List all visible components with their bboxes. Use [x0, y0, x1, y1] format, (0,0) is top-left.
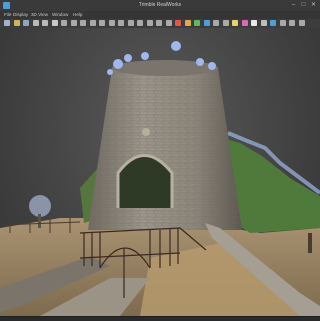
minimize-button[interactable]: –: [289, 1, 298, 9]
menu-bar: File Display 3D View Window Help: [0, 11, 320, 19]
window-title: Trimble RealWorks: [138, 2, 182, 8]
front-view-icon[interactable]: [99, 20, 105, 26]
point-cloud-scene: [0, 41, 320, 316]
top-view-icon[interactable]: [108, 20, 115, 26]
grid-icon[interactable]: [222, 20, 229, 26]
light-icon[interactable]: [251, 20, 257, 26]
3d-viewport[interactable]: [0, 28, 320, 316]
pan-icon[interactable]: [61, 20, 67, 26]
status-bar: [0, 316, 320, 321]
measure-icon[interactable]: [127, 20, 134, 26]
elevation-icon[interactable]: [203, 20, 210, 26]
rotate-icon[interactable]: [80, 20, 86, 26]
open-icon[interactable]: [13, 20, 20, 26]
maximize-button[interactable]: □: [299, 1, 308, 9]
tools-icon[interactable]: [279, 20, 286, 26]
new-icon[interactable]: [4, 20, 10, 26]
settings-icon[interactable]: [260, 20, 267, 26]
segment-icon[interactable]: [146, 20, 153, 26]
help-icon[interactable]: [270, 20, 276, 26]
render-icon[interactable]: [165, 20, 172, 26]
zoom-icon[interactable]: [70, 20, 77, 26]
section-icon[interactable]: [137, 20, 143, 26]
save-icon[interactable]: [23, 20, 29, 26]
camera-icon[interactable]: [232, 20, 238, 26]
redo-icon[interactable]: [42, 20, 48, 26]
rgb-icon[interactable]: [194, 20, 200, 26]
layers-icon[interactable]: [213, 20, 219, 26]
point-size-icon[interactable]: [156, 20, 162, 26]
fit-icon[interactable]: [89, 20, 96, 26]
filter-icon[interactable]: [289, 20, 295, 26]
close-button[interactable]: ✕: [309, 1, 318, 9]
menu-help[interactable]: Help: [73, 11, 82, 19]
tree-left: [29, 195, 51, 217]
intensity-icon[interactable]: [184, 20, 191, 26]
window-controls: – □ ✕: [289, 1, 318, 9]
image-icon[interactable]: [241, 20, 248, 26]
menu-3d-view[interactable]: 3D View: [31, 11, 48, 19]
menu-display[interactable]: Display: [13, 11, 28, 19]
undo-icon[interactable]: [32, 20, 39, 26]
menu-file[interactable]: File: [4, 11, 11, 19]
color-mode-icon[interactable]: [175, 20, 181, 26]
select-icon[interactable]: [51, 20, 58, 26]
side-view-icon[interactable]: [118, 20, 124, 26]
export-icon[interactable]: [298, 20, 305, 26]
menu-window[interactable]: Window: [52, 11, 68, 19]
